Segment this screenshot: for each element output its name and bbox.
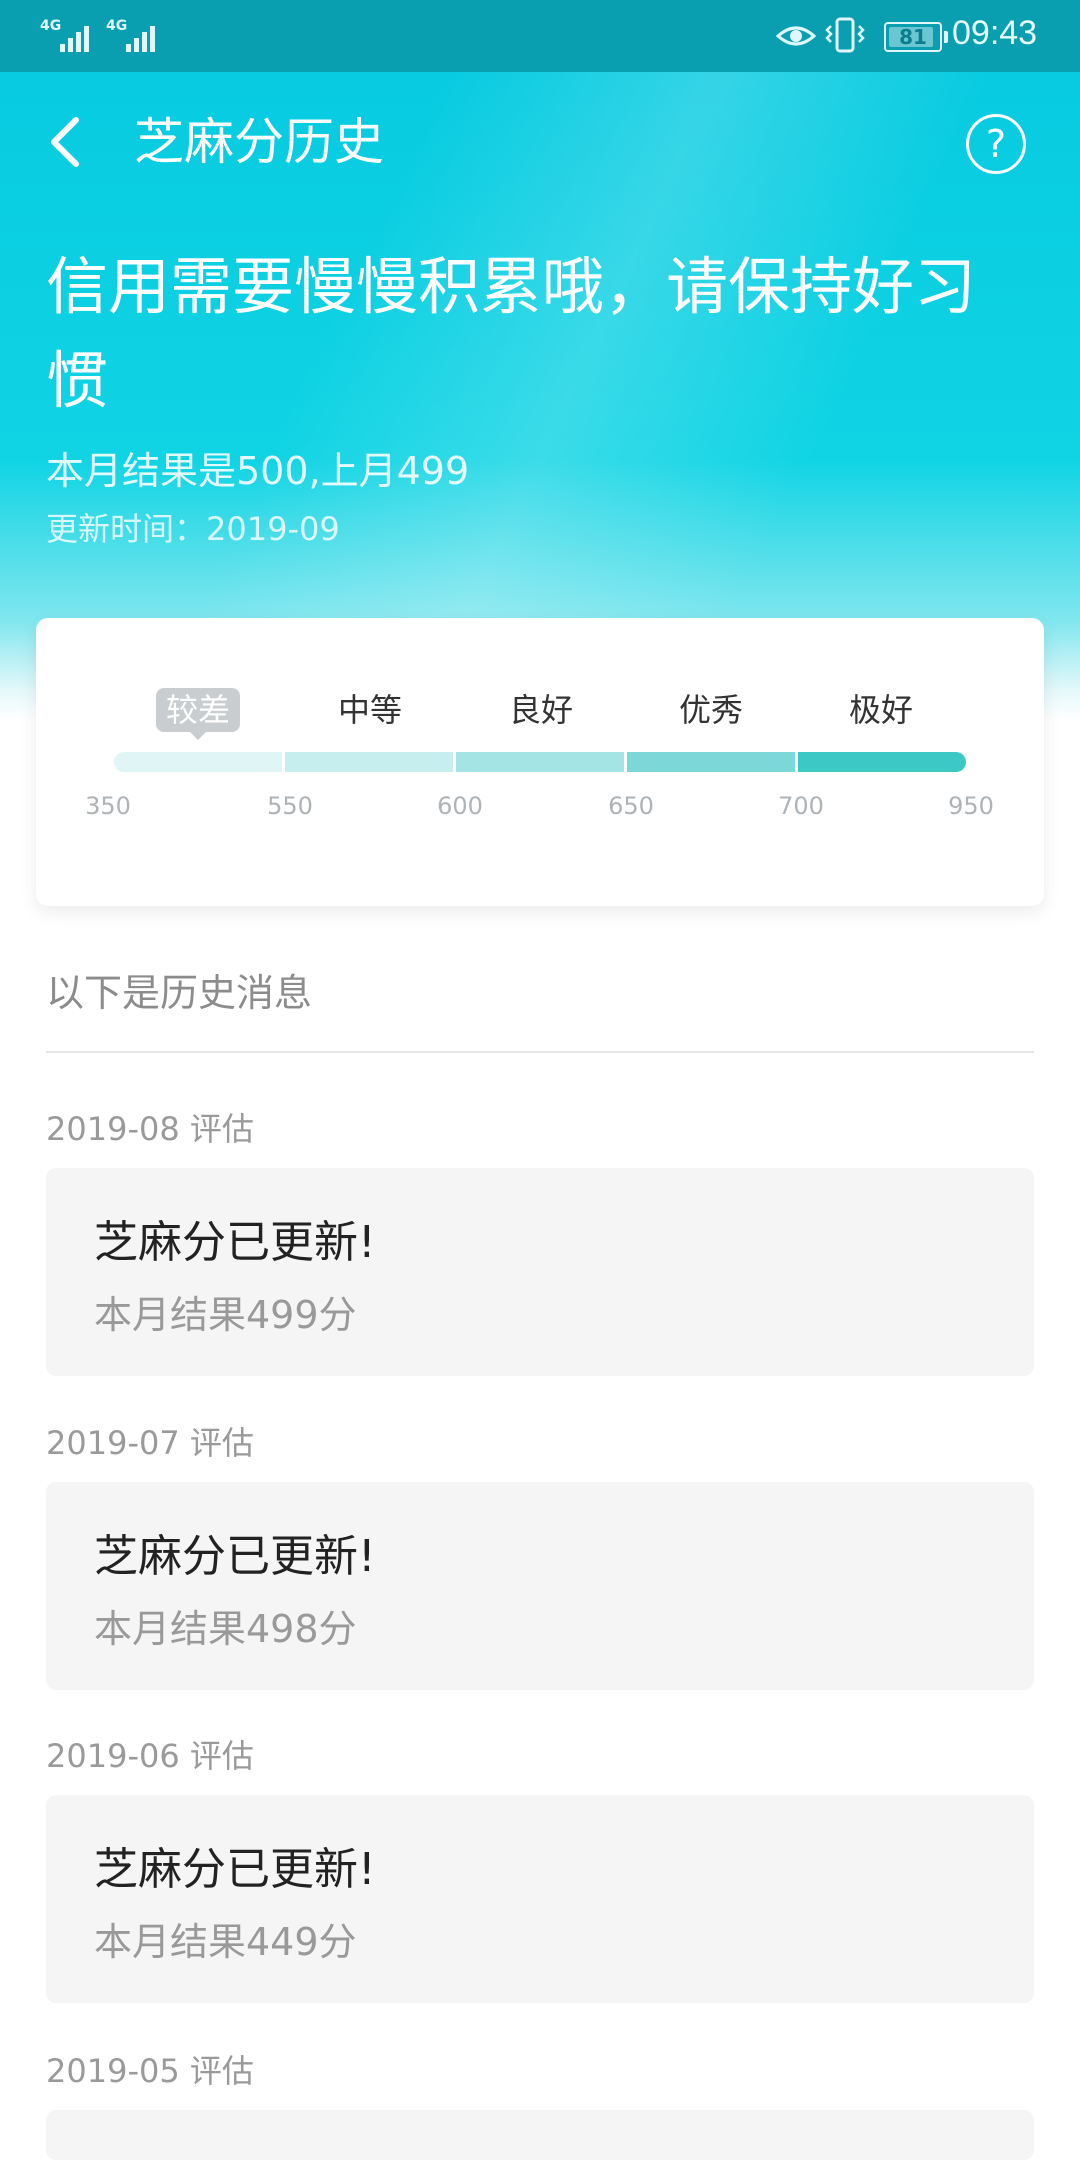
history-title: 芝麻分已更新! <box>94 1844 376 1895</box>
level-segment <box>114 752 282 772</box>
level-label-good: 良好 <box>508 691 573 729</box>
history-card[interactable]: 芝麻分已更新! 本月结果499分 <box>46 1168 1034 1376</box>
credit-level-card: 较差 中等 良好 优秀 极好 350 550 600 650 700 950 <box>36 618 1044 906</box>
level-label-excellent: 优秀 <box>678 691 743 729</box>
history-detail: 本月结果449分 <box>94 1920 357 1964</box>
level-tick: 650 <box>608 792 654 820</box>
history-title: 芝麻分已更新! <box>94 1217 376 1268</box>
eye-icon <box>776 26 816 46</box>
battery-icon: 81 <box>884 22 942 52</box>
level-bar <box>114 752 966 772</box>
history-title: 芝麻分已更新! <box>94 1531 376 1582</box>
history-title: 芝麻分已更新! <box>94 2148 376 2160</box>
status-bar: 4G 4G 81 09:43 <box>0 0 1080 72</box>
help-icon[interactable]: ? <box>966 114 1026 174</box>
history-date: 2019-06 评估 <box>46 1737 254 1775</box>
level-tick: 600 <box>437 792 483 820</box>
history-card[interactable]: 芝麻分已更新! 本月结果498分 <box>46 1482 1034 1690</box>
history-date: 2019-07 评估 <box>46 1424 254 1462</box>
history-card[interactable]: 芝麻分已更新! <box>46 2110 1034 2160</box>
history-date: 2019-05 评估 <box>46 2052 254 2090</box>
score-summary: 本月结果是500,上月499 <box>46 449 470 493</box>
clock: 09:43 <box>952 14 1038 52</box>
network-type-2: 4G <box>106 18 128 34</box>
history-intro: 以下是历史消息 <box>46 971 313 1015</box>
headline: 信用需要慢慢积累哦，请保持好习惯 <box>46 250 977 417</box>
page-title: 芝麻分历史 <box>134 113 384 171</box>
back-icon[interactable] <box>44 112 88 172</box>
level-label-outstanding: 极好 <box>848 691 913 729</box>
level-tick: 350 <box>85 792 131 820</box>
battery-level: 81 <box>899 25 927 49</box>
battery-nub <box>944 31 948 43</box>
signal-icon: 4G <box>40 18 100 52</box>
level-segment <box>798 752 966 772</box>
level-segment <box>456 752 624 772</box>
signal-icon: 4G <box>106 18 166 52</box>
update-time: 更新时间：2019-09 <box>46 510 340 548</box>
history-detail: 本月结果499分 <box>94 1293 357 1337</box>
level-segment <box>285 752 453 772</box>
level-tick: 550 <box>267 792 313 820</box>
network-type-1: 4G <box>40 18 62 34</box>
history-date: 2019-08 评估 <box>46 1110 254 1148</box>
divider <box>46 1051 1034 1053</box>
vibrate-icon <box>825 17 865 53</box>
level-tick: 950 <box>948 792 994 820</box>
level-segment <box>627 752 795 772</box>
level-tick: 700 <box>778 792 824 820</box>
history-card[interactable]: 芝麻分已更新! 本月结果449分 <box>46 1795 1034 2003</box>
history-detail: 本月结果498分 <box>94 1607 357 1651</box>
level-label-medium: 中等 <box>337 691 402 729</box>
level-label-poor: 较差 <box>156 688 240 740</box>
